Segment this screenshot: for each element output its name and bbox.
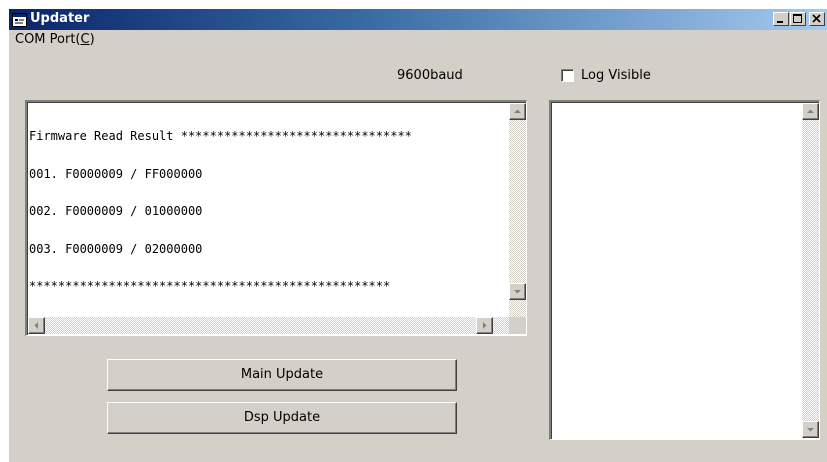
log-visible-label[interactable]: Log Visible bbox=[581, 68, 651, 83]
log-visible-checkbox[interactable] bbox=[561, 69, 574, 82]
arrow-up-icon bbox=[807, 109, 814, 113]
maximize-icon bbox=[793, 14, 802, 23]
maximize-button[interactable] bbox=[790, 12, 806, 26]
scroll-down-button[interactable] bbox=[509, 283, 526, 300]
close-icon bbox=[812, 14, 821, 23]
scrollbar-corner bbox=[509, 317, 526, 334]
result-horizontal-scrollbar[interactable] bbox=[28, 317, 510, 334]
main-update-button[interactable]: Main Update bbox=[107, 359, 457, 391]
result-line: 001. F0000009 / FF000000 bbox=[29, 166, 203, 181]
arrow-down-icon bbox=[807, 428, 814, 432]
result-vertical-scrollbar[interactable] bbox=[509, 103, 526, 317]
menu-com-port[interactable]: COM Port(C) bbox=[15, 32, 95, 48]
menu-bar: COM Port(C) bbox=[9, 30, 827, 50]
baud-rate-label: 9600baud bbox=[397, 68, 463, 83]
app-window-icon[interactable] bbox=[12, 12, 27, 27]
result-line: 003. F0000009 / 02000000 bbox=[29, 241, 203, 256]
arrow-left-icon bbox=[34, 322, 38, 329]
log-scroll-down-button[interactable] bbox=[802, 421, 819, 438]
log-textbox[interactable] bbox=[549, 100, 820, 440]
window-title: Updater bbox=[30, 11, 90, 26]
arrow-down-icon bbox=[514, 290, 521, 294]
menu-com-port-accelerator: C bbox=[80, 32, 90, 47]
scroll-right-button[interactable] bbox=[476, 317, 493, 334]
log-textbox-inner bbox=[551, 102, 819, 439]
scroll-up-button[interactable] bbox=[509, 103, 526, 120]
result-line: ****************************************… bbox=[29, 279, 391, 293]
firmware-result-textbox[interactable]: Firmware Read Result *******************… bbox=[25, 100, 527, 336]
result-line: Firmware Read Result *******************… bbox=[29, 129, 412, 143]
close-button[interactable] bbox=[809, 12, 825, 26]
menu-com-port-label: COM Port( bbox=[15, 32, 81, 47]
firmware-result-text: Firmware Read Result *******************… bbox=[29, 105, 412, 318]
log-vertical-scrollbar[interactable] bbox=[802, 103, 819, 438]
result-line: 002. F0000009 / 01000000 bbox=[29, 204, 203, 218]
dsp-update-button[interactable]: Dsp Update bbox=[107, 402, 457, 434]
arrow-right-icon bbox=[483, 322, 487, 329]
minimize-button[interactable] bbox=[773, 12, 789, 26]
arrow-up-icon bbox=[514, 109, 521, 113]
minimize-icon bbox=[777, 21, 783, 23]
scroll-left-button[interactable] bbox=[28, 317, 45, 334]
menu-com-port-suffix: ) bbox=[89, 32, 95, 47]
updater-window: Updater COM Port(C) 9600baud Log Visible bbox=[8, 8, 827, 462]
title-bar[interactable]: Updater bbox=[9, 9, 827, 30]
log-scroll-up-button[interactable] bbox=[802, 103, 819, 120]
